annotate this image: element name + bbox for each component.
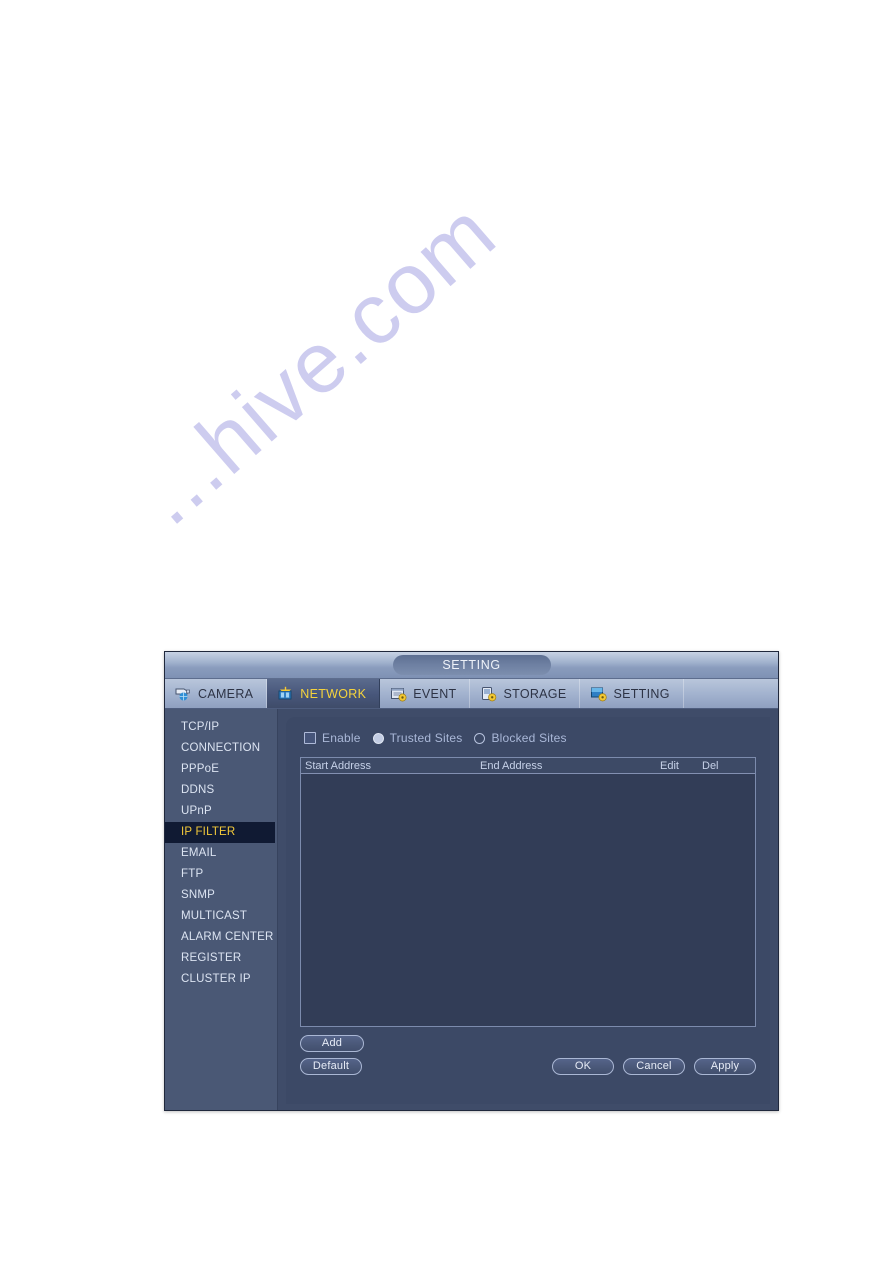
- tab-event[interactable]: EVENT: [380, 679, 471, 708]
- tab-setting-label: SETTING: [613, 686, 670, 701]
- sidebar-item-cluster-ip[interactable]: CLUSTER IP: [165, 969, 277, 990]
- window-title: SETTING: [392, 655, 551, 675]
- storage-icon: [479, 685, 498, 702]
- page-watermark: ...hive.com: [120, 183, 515, 544]
- ok-button[interactable]: OK: [552, 1058, 614, 1075]
- main-tabstrip: CAMERA NETWORK EVENT STORAGE SETTING: [165, 679, 778, 709]
- tab-setting[interactable]: SETTING: [580, 679, 684, 708]
- add-button[interactable]: Add: [300, 1035, 364, 1052]
- column-header-start-address: Start Address: [305, 760, 372, 772]
- event-icon: [389, 685, 408, 702]
- sidebar-item-connection[interactable]: CONNECTION: [165, 738, 277, 759]
- sidebar-item-multicast[interactable]: MULTICAST: [165, 906, 277, 927]
- cancel-button[interactable]: Cancel: [623, 1058, 685, 1075]
- network-icon: [276, 685, 295, 702]
- column-header-del: Del: [702, 760, 719, 772]
- ip-filter-panel: Enable Trusted Sites Blocked Sites Start…: [286, 717, 770, 1104]
- tab-camera-label: CAMERA: [198, 686, 254, 701]
- column-header-edit: Edit: [660, 760, 679, 772]
- table-header-row: Start Address End Address Edit Del: [301, 758, 755, 774]
- default-button[interactable]: Default: [300, 1058, 362, 1075]
- sidebar-item-ftp[interactable]: FTP: [165, 864, 277, 885]
- sidebar-item-pppoe[interactable]: PPPoE: [165, 759, 277, 780]
- sidebar-item-alarm-center[interactable]: ALARM CENTER: [165, 927, 277, 948]
- window-body: TCP/IP CONNECTION PPPoE DDNS UPnP IP FIL…: [165, 709, 778, 1110]
- tab-event-label: EVENT: [413, 686, 457, 701]
- window-titlebar: SETTING: [165, 652, 778, 679]
- sidebar-item-register[interactable]: REGISTER: [165, 948, 277, 969]
- add-button-row: Add: [300, 1033, 756, 1052]
- table-body-empty[interactable]: [301, 774, 755, 1025]
- tab-storage[interactable]: STORAGE: [470, 679, 581, 708]
- sidebar-item-ddns[interactable]: DDNS: [165, 780, 277, 801]
- tab-network[interactable]: NETWORK: [267, 679, 381, 708]
- trusted-sites-radio[interactable]: [372, 732, 384, 744]
- page-root: ...hive.com SETTING CAMERA NETWORK EVENT…: [0, 0, 893, 1263]
- action-button-row: Default OK Cancel Apply: [300, 1058, 756, 1075]
- enable-label: Enable: [322, 731, 361, 745]
- tab-camera[interactable]: CAMERA: [165, 679, 268, 708]
- ip-filter-table: Start Address End Address Edit Del: [300, 757, 756, 1027]
- enable-checkbox[interactable]: [304, 732, 316, 744]
- apply-button[interactable]: Apply: [694, 1058, 756, 1075]
- sidebar-item-upnp[interactable]: UPnP: [165, 801, 277, 822]
- setting-window: SETTING CAMERA NETWORK EVENT STORAGE SET…: [164, 651, 779, 1111]
- network-sidebar: TCP/IP CONNECTION PPPoE DDNS UPnP IP FIL…: [165, 709, 278, 1110]
- blocked-sites-radio[interactable]: [474, 732, 486, 744]
- setting-icon: [589, 685, 608, 702]
- tab-storage-label: STORAGE: [503, 686, 567, 701]
- filter-options-row: Enable Trusted Sites Blocked Sites: [304, 729, 756, 747]
- camera-icon: [174, 685, 193, 702]
- sidebar-item-snmp[interactable]: SNMP: [165, 885, 277, 906]
- content-area: Enable Trusted Sites Blocked Sites Start…: [278, 709, 778, 1110]
- column-header-end-address: End Address: [480, 760, 543, 772]
- sidebar-item-tcpip[interactable]: TCP/IP: [165, 717, 277, 738]
- trusted-sites-label: Trusted Sites: [389, 731, 463, 745]
- sidebar-item-ip-filter[interactable]: IP FILTER: [165, 822, 275, 843]
- blocked-sites-label: Blocked Sites: [491, 731, 567, 745]
- tab-network-label: NETWORK: [300, 686, 367, 701]
- sidebar-item-email[interactable]: EMAIL: [165, 843, 277, 864]
